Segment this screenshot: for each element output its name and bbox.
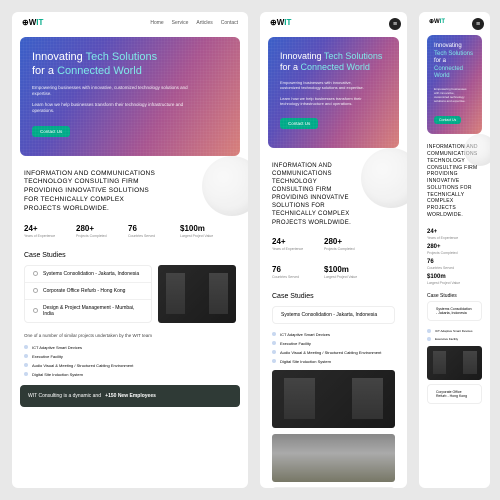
globe-graphic	[202, 156, 248, 216]
case-item[interactable]: Systems Consolidation - Jakarta, Indones…	[273, 307, 394, 323]
stat-item: 280+Projects Completed	[76, 224, 114, 238]
logo[interactable]: ⊕WIT	[22, 18, 43, 27]
radio-icon	[33, 308, 38, 313]
hero-title: Innovating Tech Solutionsfor a Connected…	[280, 51, 387, 74]
hero-title: Innovating Tech Solutionsfor a Connected…	[32, 51, 228, 79]
footer-banner: WIT Consulting is a dynamic and +150 New…	[20, 385, 240, 407]
contact-button[interactable]: Contact Us	[280, 118, 318, 129]
bullet-item: ICT Adaptive Smart Devices	[24, 343, 152, 352]
mobile-frame: ≡ ⊕WIT Innovating Tech Solutions for a C…	[419, 12, 490, 488]
contact-button[interactable]: Contact Us	[32, 126, 70, 137]
case-item[interactable]: Corporate Office Refurb - Hong Kong	[25, 283, 151, 300]
hero-sub1: Empowering businesses with innovative, c…	[32, 85, 189, 98]
nav-contact[interactable]: Contact	[221, 20, 238, 26]
navbar: ⊕WIT Home Service Articles Contact	[12, 12, 248, 33]
stats-row: 24+Years of Experience 280+Projects Comp…	[24, 224, 236, 238]
stat-item: $100mLargest Project Value	[180, 224, 218, 238]
menu-button[interactable]: ≡	[389, 18, 401, 30]
nav-service[interactable]: Service	[172, 20, 189, 26]
hero-sub2: Learn how we help businesses transform t…	[32, 102, 189, 115]
logo[interactable]: ⊕WIT	[270, 18, 291, 27]
case-item[interactable]: Design & Project Management - Mumbai, In…	[25, 300, 151, 322]
radio-icon	[33, 271, 38, 276]
menu-button[interactable]: ≡	[472, 18, 484, 30]
case-item[interactable]: Systems Consolidation - Jakarta, Indones…	[428, 302, 481, 320]
case-item[interactable]: Systems Consolidation - Jakarta, Indones…	[25, 266, 151, 283]
case-image	[158, 265, 236, 323]
case-image-2	[272, 434, 395, 482]
bullet-item: Digital Site Induction System	[24, 370, 152, 379]
stat-item: 24+Years of Experience	[24, 224, 62, 238]
nav-home[interactable]: Home	[150, 20, 163, 26]
case-item[interactable]: Corporate Office Refurb - Hong Kong	[428, 385, 481, 403]
desktop-frame: ⊕WIT Home Service Articles Contact Innov…	[12, 12, 248, 488]
case-studies-title: Case Studies	[12, 248, 248, 265]
case-detail: One of a number of similar projects unde…	[24, 329, 152, 340]
case-image	[427, 346, 482, 380]
nav-links: Home Service Articles Contact	[150, 20, 238, 26]
nav-articles[interactable]: Articles	[196, 20, 212, 26]
bullet-item: Audio Visual & Meeting / Structured Cabl…	[24, 361, 152, 370]
intro-text: INFORMATION AND COMMUNICATIONS TECHNOLOG…	[24, 170, 155, 214]
globe-graphic	[361, 148, 407, 208]
intro-section: INFORMATION AND COMMUNICATIONS TECHNOLOG…	[12, 160, 248, 248]
hero: Innovating Tech Solutionsfor a Connected…	[268, 37, 399, 148]
case-image	[272, 370, 395, 428]
contact-button[interactable]: Contact Us	[434, 116, 461, 124]
intro-section: INFORMATION AND COMMUNICATIONS TECHNOLOG…	[260, 152, 407, 289]
radio-icon	[33, 288, 38, 293]
hero: Innovating Tech Solutionsfor a Connected…	[20, 37, 240, 156]
case-list: Systems Consolidation - Jakarta, Indones…	[24, 265, 152, 323]
tablet-frame: ≡ ⊕WIT Innovating Tech Solutionsfor a Co…	[260, 12, 407, 488]
stat-item: 76Countries Served	[128, 224, 166, 238]
bullet-item: Executive Facility	[24, 352, 152, 361]
case-studies: Systems Consolidation - Jakarta, Indones…	[12, 265, 248, 379]
logo[interactable]: ⊕WIT	[429, 18, 445, 25]
bullet-list: ICT Adaptive Smart Devices Executive Fac…	[24, 343, 152, 379]
hero: Innovating Tech Solutions for a Connecte…	[427, 35, 482, 134]
